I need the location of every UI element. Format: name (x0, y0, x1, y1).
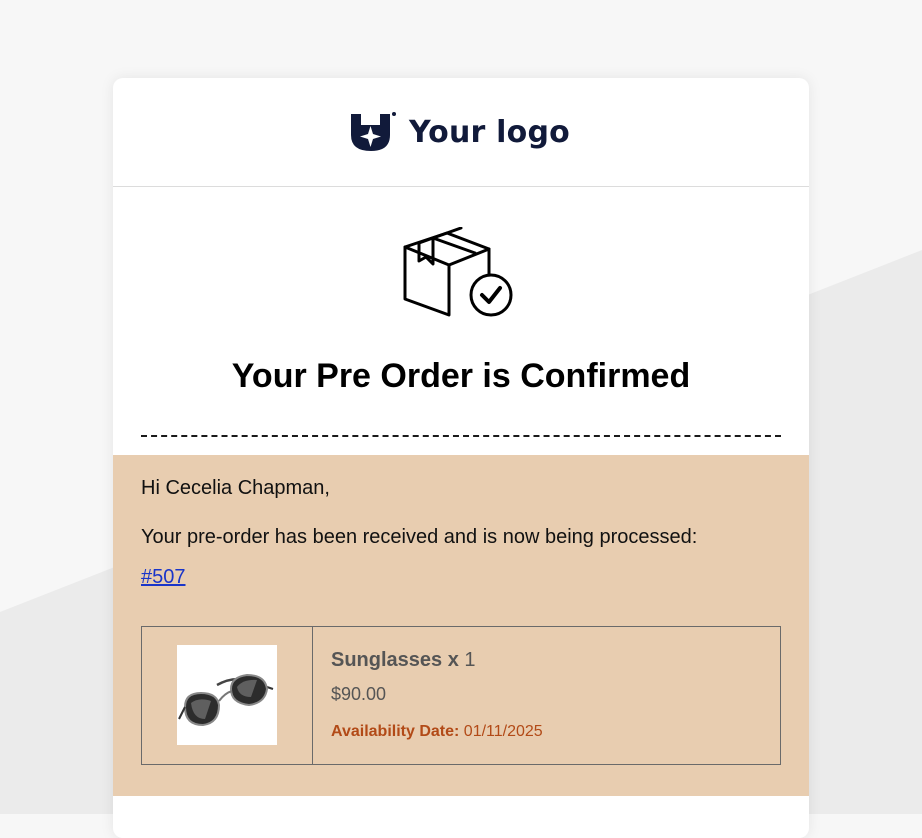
logo[interactable]: Your logo (350, 111, 570, 153)
availability-date: 01/11/2025 (463, 723, 543, 740)
order-content: Hi Cecelia Chapman, Your pre-order has b… (113, 455, 809, 796)
availability-label: Availability Date: (331, 723, 460, 740)
greeting-text: Hi Cecelia Chapman, (141, 477, 330, 499)
product-name: Sunglasses x (331, 649, 459, 671)
product-price: $90.00 (331, 684, 387, 704)
product-row: Sunglasses x 1 $90.00 Availability Date:… (141, 626, 781, 765)
email-card: Your logo Your Pre Order is Confirmed Hi… (113, 78, 809, 838)
status-message: Your pre-order has been received and is … (141, 526, 698, 548)
page-title: Your Pre Order is Confirmed (231, 357, 691, 395)
product-name-line: Sunglasses x 1 (331, 649, 476, 672)
product-info: Sunglasses x 1 $90.00 Availability Date:… (313, 627, 780, 764)
shield-star-icon (351, 112, 396, 151)
order-number-link[interactable]: #507 (141, 566, 186, 589)
product-quantity: 1 (464, 649, 476, 671)
sunglasses-image[interactable] (177, 645, 277, 745)
email-header: Your logo (113, 78, 809, 187)
availability-line: Availability Date: 01/11/2025 (331, 723, 543, 741)
hero-section: Your Pre Order is Confirmed (113, 187, 809, 455)
logo-text: Your logo (409, 114, 570, 150)
package-check-icon (403, 227, 513, 317)
dashed-divider (141, 435, 781, 437)
product-image-cell (142, 627, 313, 764)
